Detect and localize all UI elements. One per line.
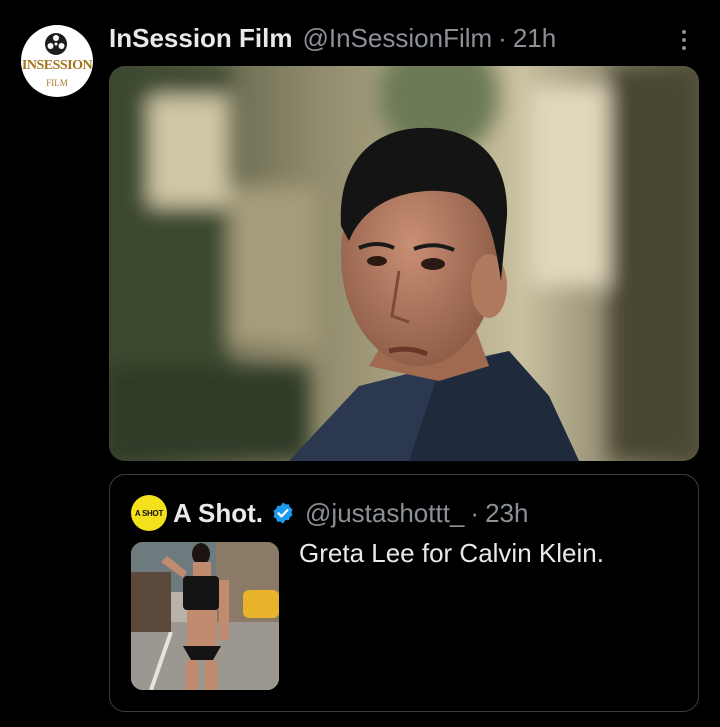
quoted-tweet-text: Greta Lee for Calvin Klein. (299, 538, 604, 568)
quoted-author-name[interactable]: A Shot. (173, 498, 263, 529)
author-handle[interactable]: @InSessionFilm (303, 23, 493, 54)
tweet-timestamp[interactable]: 21h (513, 23, 556, 54)
author-name[interactable]: InSession Film (109, 23, 293, 54)
thumbnail-photo (131, 542, 279, 690)
avatar-logo-text: INSESSION (21, 58, 93, 73)
separator-dot: · (470, 497, 480, 528)
quoted-author-avatar[interactable]: A SHOT (131, 495, 167, 531)
photo-illustration (109, 66, 699, 461)
quoted-tweet-header: A Shot. @justashottt_ · 23h (173, 493, 528, 533)
more-options-icon[interactable] (672, 26, 696, 54)
quoted-tweet-timestamp[interactable]: 23h (485, 498, 528, 529)
tweet-header: InSession Film @InSessionFilm · 21h (109, 20, 556, 56)
quoted-author-handle[interactable]: @justashottt_ (305, 498, 464, 529)
tweet[interactable]: INSESSION FILM InSession Film @InSession… (0, 0, 720, 727)
avatar-logo-subtext: FILM (46, 78, 68, 88)
separator-dot: · (498, 22, 507, 53)
film-reel-icon (45, 33, 67, 55)
verified-badge-icon (273, 502, 293, 524)
author-avatar[interactable]: INSESSION FILM (21, 25, 93, 97)
quoted-media-thumbnail[interactable] (131, 542, 279, 690)
quoted-tweet[interactable]: A SHOT A Shot. @justashottt_ · 23h Greta… (109, 474, 699, 712)
tweet-media-photo[interactable] (109, 66, 699, 461)
